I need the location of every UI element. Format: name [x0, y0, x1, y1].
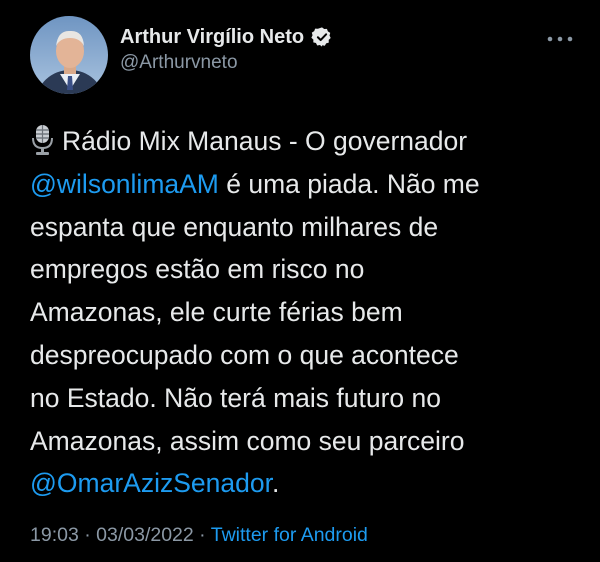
tweet-line: Amazonas, ele curte férias bem	[30, 297, 403, 328]
tweet-body: Rádio Mix Manaus - O governador @wilsonl…	[30, 120, 578, 505]
tweet-line: empregos estão em risco no	[30, 254, 365, 285]
tweet-line: @OmarAzizSenador.	[30, 462, 578, 505]
tweet-text-segment: é uma piada. Não me	[218, 168, 480, 199]
tweet-text-segment: Rádio Mix Manaus - O governador	[62, 126, 468, 156]
tweet-line: Rádio Mix Manaus - O governador	[30, 120, 578, 163]
meta-separator: ·	[78, 524, 97, 546]
tweet-date[interactable]: 03/03/2022	[96, 524, 194, 546]
tweet-time[interactable]: 19:03	[30, 524, 79, 546]
mention-link-wilsonlimaam[interactable]: @wilsonlimaAM	[30, 169, 219, 199]
avatar[interactable]	[30, 16, 108, 94]
tweet-line: espanta que enquanto milhares de	[30, 211, 439, 242]
tweet-line: no Estado. Não terá mais futuro no	[30, 382, 441, 413]
author-name-row: Arthur Virgílio Neto	[120, 22, 333, 52]
display-name[interactable]: Arthur Virgílio Neto	[120, 26, 304, 49]
tweet-text-segment: .	[271, 468, 280, 499]
tweet-metadata: 19:03 · 03/03/2022 · Twitter for Android	[30, 524, 368, 547]
tweet-line: @wilsonlimaAM é uma piada. Não me	[30, 163, 578, 206]
tweet-card: Arthur Virgílio Neto @Arthurvneto Rádio …	[0, 0, 600, 562]
mention-link-omarazizsenador[interactable]: @OmarAzizSenador	[30, 468, 272, 498]
verified-badge-icon	[311, 27, 331, 47]
more-options-icon[interactable]	[540, 24, 580, 54]
tweet-line: Amazonas, assim como seu parceiro	[30, 425, 465, 456]
author-handle[interactable]: @Arthurvneto	[120, 52, 238, 74]
meta-separator: ·	[193, 524, 211, 546]
studio-microphone-icon	[32, 125, 53, 155]
tweet-source-link[interactable]: Twitter for Android	[211, 524, 368, 546]
tweet-line: despreocupado com o que acontece	[30, 339, 459, 370]
avatar-image	[30, 16, 108, 94]
